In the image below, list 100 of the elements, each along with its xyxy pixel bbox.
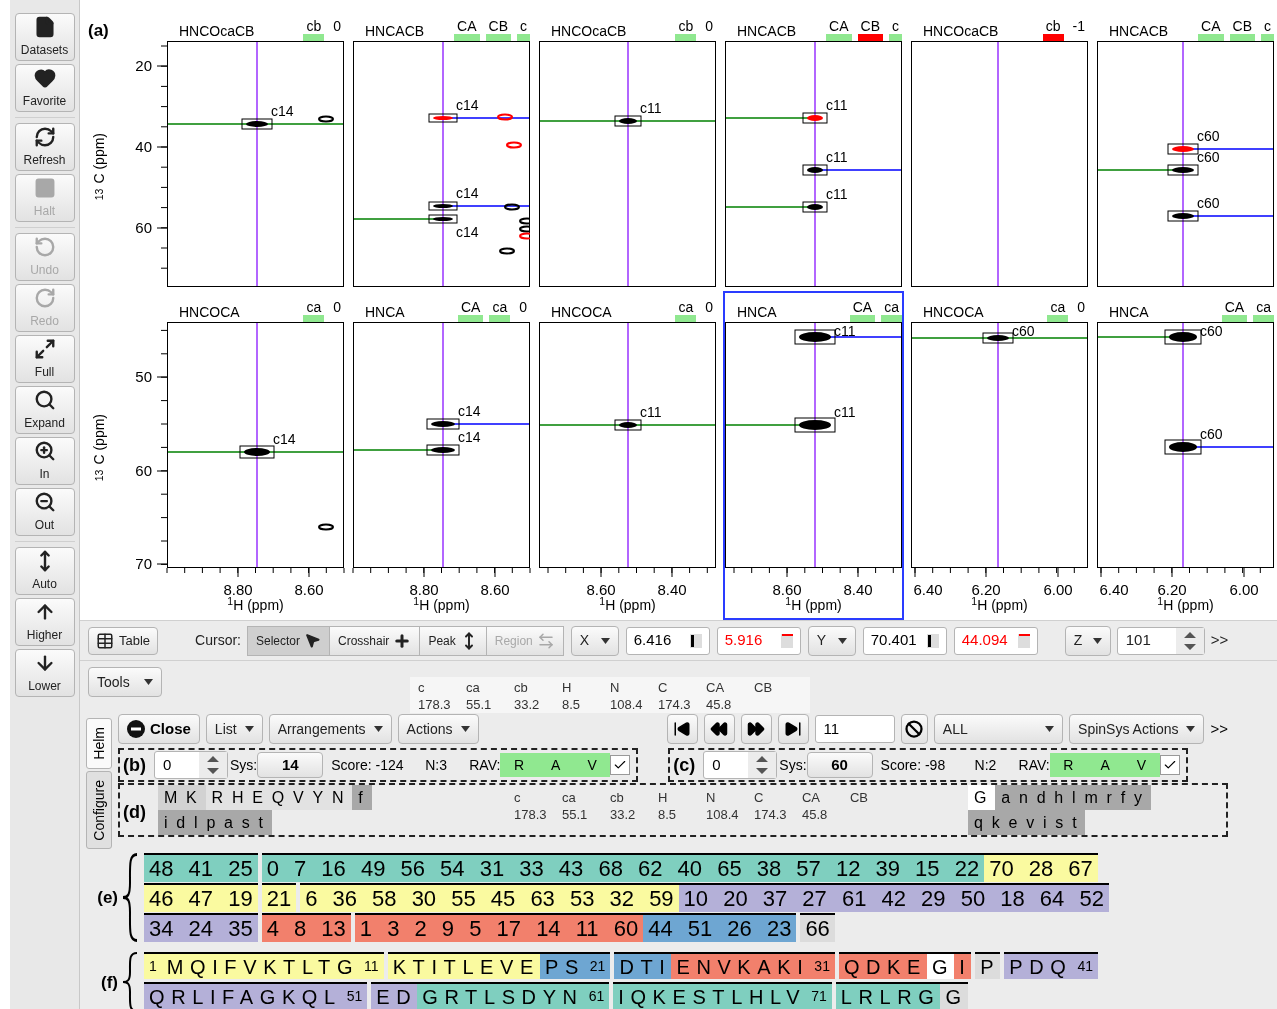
checkbox[interactable]: [610, 755, 631, 775]
spectrum-panel[interactable]: HNCACB CA CB c c11 c11 c11: [723, 10, 904, 289]
panel-tag: (c): [673, 751, 696, 779]
overflow-button[interactable]: >>: [1210, 629, 1229, 652]
peak-marker[interactable]: [614, 419, 642, 431]
toolbar-button[interactable]: Auto: [14, 547, 75, 595]
overflow-button[interactable]: >>: [1210, 717, 1228, 741]
dropdown-button[interactable]: List: [205, 714, 263, 744]
table-button[interactable]: Table: [88, 626, 159, 655]
peak-marker[interactable]: [794, 417, 836, 433]
residue-type: V: [587, 755, 597, 775]
toolbar-button[interactable]: Higher: [14, 598, 75, 646]
dropdown-button[interactable]: Y: [807, 625, 856, 656]
spectrum-panel[interactable]: HNCOcaCB cb 0 c11: [537, 10, 718, 289]
tag-label: 0: [518, 300, 528, 317]
value-field[interactable]: 6.416: [625, 626, 710, 655]
dropdown-button[interactable]: Arrangements: [268, 714, 392, 744]
peak-marker[interactable]: [428, 113, 458, 123]
value-field[interactable]: 70.401: [862, 626, 947, 655]
shift-value: 8.5: [562, 696, 582, 713]
clear-button[interactable]: [901, 714, 928, 744]
nav-button[interactable]: [740, 714, 772, 744]
peak-marker[interactable]: [1164, 439, 1202, 455]
panel-tag: (b): [123, 751, 146, 779]
dropdown-button[interactable]: X: [570, 625, 619, 656]
dropdown-button[interactable]: Tools: [88, 667, 162, 697]
panel-title: HNCOCA: [550, 305, 612, 322]
spectrum-panel[interactable]: HNCACB CA CB c c14 c14 c14: [351, 10, 532, 289]
peak-marker[interactable]: [239, 445, 275, 459]
value-field[interactable]: 44.094: [953, 626, 1038, 655]
residue-number: 1: [144, 954, 162, 980]
peak-marker[interactable]: [802, 164, 828, 176]
dropdown-button[interactable]: Actions: [397, 714, 479, 744]
peak-marker[interactable]: [426, 418, 460, 430]
cursor-mode-button[interactable]: Selector: [247, 625, 330, 656]
residue-type: V: [1136, 755, 1147, 775]
spectrum-panel[interactable]: HNCOCA ca 0 c60 6.40 6.20 6.00 $^{1}$H (ppm): [909, 291, 1090, 620]
peak-marker[interactable]: [1167, 210, 1199, 222]
peak-marker[interactable]: [428, 201, 458, 211]
toolbar-button[interactable]: Out: [14, 488, 75, 536]
toolbar-button[interactable]: In: [14, 437, 75, 485]
peak-marker[interactable]: [802, 201, 828, 213]
peak-label: c14: [456, 224, 479, 240]
peak-marker[interactable]: [1164, 329, 1202, 345]
panel-title: HNCOcaCB: [922, 24, 999, 41]
prohibited-icon: [905, 720, 924, 738]
value-field[interactable]: 5.916: [716, 626, 801, 655]
system-button[interactable]: 14: [257, 752, 324, 778]
peak-label: c11: [826, 186, 848, 202]
peak-marker[interactable]: [982, 332, 1014, 344]
nav-button[interactable]: [666, 714, 698, 744]
side-tab[interactable]: Helm: [86, 718, 112, 769]
toolbar-button[interactable]: Expand: [14, 386, 75, 434]
peak-marker[interactable]: [428, 214, 458, 224]
spectrum-panel[interactable]: HNCA CA ca 0 c14 c14 8.80 8.60 $^{1}$H (ppm): [351, 291, 532, 620]
system-numbers: 44 51 26 23: [643, 915, 797, 943]
peak-marker[interactable]: [241, 118, 273, 130]
spectrum-panel[interactable]: HNCACB CA CB c c60 c60 c60: [1095, 10, 1276, 289]
close-button[interactable]: Close: [118, 714, 200, 744]
toolbar-button[interactable]: Full: [14, 335, 75, 383]
score-text: Score: -124: [331, 755, 405, 775]
spectrum-panel[interactable]: HNCA CA ca c11 c11 8.60 8.40 $^{1}$H (ppm): [723, 291, 904, 620]
tick-label: 20: [135, 57, 152, 74]
cursor-mode-button[interactable]: Crosshair: [329, 625, 421, 656]
number-spinner[interactable]: 101: [1116, 626, 1205, 655]
dropdown-button[interactable]: SpinSys Actions: [1069, 714, 1205, 744]
checkbox[interactable]: [1159, 755, 1180, 775]
peak-marker[interactable]: [614, 115, 642, 127]
peak-marker[interactable]: [1167, 164, 1199, 176]
toolbar-button[interactable]: Lower: [14, 649, 75, 697]
dropdown-button[interactable]: ALL: [933, 714, 1064, 744]
spectrum-panel[interactable]: HNCOCA ca 0 c11 8.60 8.40 $^{1}$H (ppm): [537, 291, 718, 620]
number-spinner[interactable]: 0: [154, 751, 228, 779]
dropdown-button[interactable]: Z: [1064, 625, 1111, 656]
toolbar-button[interactable]: Refresh: [14, 123, 75, 171]
nav-button[interactable]: [777, 714, 809, 744]
spectrum-panel[interactable]: HNCA CA ca c60 c60 6.40 6.20 6.00 $^{1}$H (ppm): [1095, 291, 1276, 620]
system-numbers: 21: [261, 885, 297, 913]
peak-marker[interactable]: [1167, 143, 1199, 155]
system-button[interactable]: 60: [806, 752, 873, 778]
nav-button[interactable]: [703, 714, 735, 744]
peak-label: c14: [456, 185, 479, 201]
toolbar-button[interactable]: Datasets: [14, 13, 75, 61]
cursor-mode-button[interactable]: Peak: [419, 625, 487, 656]
residue-letters: f: [352, 785, 372, 810]
spectrum-panel[interactable]: HNCOcaCB cb -1: [909, 10, 1090, 289]
shift-value: 55.1: [466, 696, 493, 713]
peak-marker[interactable]: [802, 112, 828, 124]
tick-label: 6.20: [1157, 581, 1187, 598]
number-spinner[interactable]: 0: [703, 751, 778, 779]
toolbar-button[interactable]: Favorite: [14, 64, 75, 112]
peak-marker[interactable]: [426, 444, 460, 456]
level-indicator-icon: [780, 633, 793, 648]
sequence-letters: I: [954, 954, 972, 980]
side-tab[interactable]: Configure: [86, 770, 112, 850]
tick-label: 70: [135, 555, 152, 572]
first-icon: [673, 720, 691, 738]
peak-marker[interactable]: [794, 329, 836, 345]
position-field[interactable]: 11: [814, 715, 895, 743]
peak-label: c11: [640, 100, 662, 116]
